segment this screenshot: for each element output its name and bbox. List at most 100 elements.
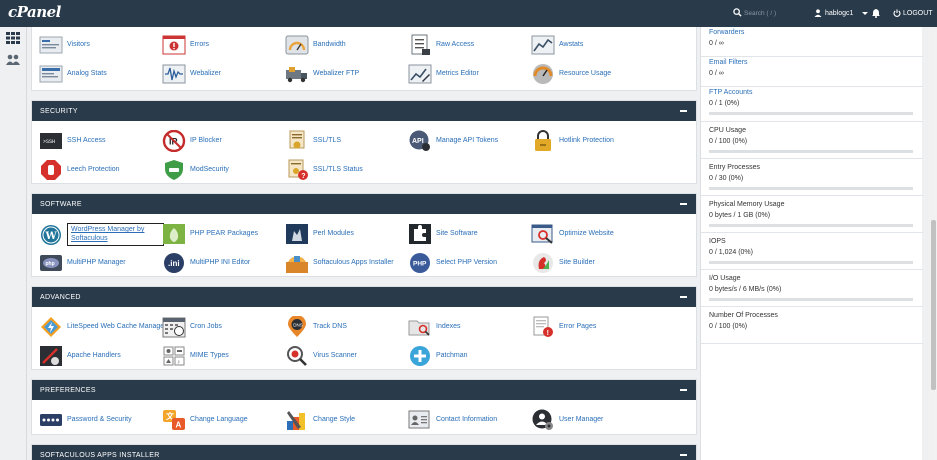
stat-value: 0 bytes/s / 6 MB/s (0%) (709, 286, 782, 293)
multiphp-ini-editor-link[interactable]: .ini MultiPHP INI Editor (162, 252, 250, 274)
stat-title: Entry Processes (709, 164, 760, 171)
webalizer-ftp-link[interactable]: Webalizer FTP (285, 63, 359, 85)
softaculous-title: SOFTACULOUS APPS INSTALLER (40, 452, 160, 459)
analog-stats-link[interactable]: Analog Stats (39, 63, 107, 85)
stat-title[interactable]: FTP Accounts (709, 89, 923, 96)
cpanel-logo[interactable]: cPanel (8, 3, 61, 21)
softaculous-apps-installer-link[interactable]: Softaculous Apps Installer (285, 252, 394, 274)
grid-icon[interactable] (5, 31, 21, 45)
virus-icon (287, 346, 307, 366)
virus-scanner-link[interactable]: Virus Scanner (285, 345, 357, 367)
webalizer-link[interactable]: Webalizer (162, 63, 221, 85)
optimize-icon (531, 224, 553, 244)
awstats-link[interactable]: Awstats (531, 34, 583, 56)
advanced-title: ADVANCED (40, 294, 81, 301)
users-icon[interactable] (5, 53, 21, 67)
collapse-icon[interactable] (680, 203, 687, 205)
metrics-editor-link[interactable]: Metrics Editor (408, 63, 479, 85)
stat-title: I/O Usage (709, 275, 741, 282)
leech-protection-link[interactable]: Leech Protection (39, 159, 120, 181)
track-dns-link[interactable]: DNS Track DNS (285, 316, 347, 338)
software-header[interactable]: SOFTWARE (32, 194, 696, 214)
ssl-tls-status-link[interactable]: ? SSL/TLS Status (285, 159, 363, 181)
collapse-icon[interactable] (680, 296, 687, 298)
stat-value: 0 bytes / 1 GB (0%) (709, 212, 771, 219)
errors-link[interactable]: Errors (162, 34, 209, 56)
change-language-link[interactable]: 文A Change Language (162, 409, 248, 431)
bandwidth-icon (285, 35, 309, 55)
hotlink-protection-link[interactable]: Hotlink Protection (531, 130, 614, 152)
wordpress-manager-link[interactable]: W WordPress Manager by Softaculous (39, 223, 164, 246)
php-pear-packages-link[interactable]: PHP PEAR Packages (162, 223, 258, 245)
software-panel: SOFTWARE W WordPress Manager by Softacul… (31, 193, 697, 277)
ini-icon: .ini (164, 253, 184, 273)
optimize-website-link[interactable]: Optimize Website (531, 223, 614, 245)
error-pages-icon: ! (533, 316, 553, 337)
collapse-icon[interactable] (680, 110, 687, 112)
change-style-link[interactable]: Change Style (285, 409, 355, 431)
patchman-link[interactable]: Patchman (408, 345, 468, 367)
resource-usage-icon (533, 64, 553, 84)
site-software-link[interactable]: Site Software (408, 223, 478, 245)
collapse-icon[interactable] (680, 454, 687, 456)
softaculous-header[interactable]: SOFTACULOUS APPS INSTALLER (32, 445, 696, 460)
metrics-editor-icon (408, 64, 432, 84)
svg-text:PHP: PHP (413, 261, 427, 268)
scrollbar-thumb[interactable] (931, 220, 936, 390)
puzzle-icon (409, 224, 431, 244)
logout-button[interactable]: LOGOUT (893, 9, 933, 17)
multiphp-manager-link[interactable]: php MultiPHP Manager (39, 252, 126, 274)
analog-stats-icon (39, 65, 63, 83)
password-security-link[interactable]: Password & Security (39, 409, 132, 431)
stat-forwarders: Forwarders 0 / ∞ (701, 27, 923, 57)
preferences-header[interactable]: PREFERENCES (32, 380, 696, 400)
ip-blocker-icon: IP (162, 130, 186, 152)
cron-jobs-link[interactable]: Cron Jobs (162, 316, 222, 338)
ssh-icon: >SSH (40, 133, 62, 149)
visitors-link[interactable]: Visitors (39, 34, 90, 56)
stat-iops: IOPS 0 / 1,024 (0%) (701, 233, 923, 270)
progress-bar (709, 261, 913, 264)
advanced-header[interactable]: ADVANCED (32, 287, 696, 307)
site-builder-icon (533, 253, 553, 273)
raw-access-link[interactable]: Raw Access (408, 34, 474, 56)
stat-title: Physical Memory Usage (709, 201, 785, 208)
stat-title[interactable]: Email Filters (709, 59, 923, 66)
manage-api-tokens-link[interactable]: API Manage API Tokens (408, 130, 498, 152)
ip-blocker-link[interactable]: IP IP Blocker (162, 130, 222, 152)
cron-icon (162, 317, 186, 338)
security-header[interactable]: SECURITY (32, 101, 696, 121)
modsecurity-link[interactable]: ModSecurity (162, 159, 229, 181)
raw-access-icon (411, 34, 430, 55)
search-input[interactable] (744, 7, 802, 20)
ssl-tls-link[interactable]: SSL/TLS (285, 130, 341, 152)
ssh-access-link[interactable]: >SSH SSH Access (39, 130, 106, 152)
collapse-icon[interactable] (680, 389, 687, 391)
stat-email-filters: Email Filters 0 / ∞ (701, 57, 923, 87)
apache-handlers-link[interactable]: Apache Handlers (39, 345, 121, 367)
error-pages-link[interactable]: ! Error Pages (531, 316, 596, 338)
top-bar: cPanel hablogc1 LOGOUT (0, 0, 937, 27)
bell-icon[interactable] (871, 8, 881, 18)
select-php-version-link[interactable]: PHP Select PHP Version (408, 252, 497, 274)
search-icon[interactable] (733, 8, 742, 17)
user-manager-link[interactable]: User Manager (531, 409, 603, 431)
perl-modules-link[interactable]: Perl Modules (285, 223, 354, 245)
svg-text:A: A (176, 421, 182, 430)
stat-title[interactable]: Forwarders (709, 29, 923, 36)
pear-icon (163, 224, 185, 244)
stop-hand-icon (41, 160, 61, 180)
svg-text:W: W (45, 231, 58, 242)
svg-text:♪: ♪ (177, 360, 180, 366)
mime-types-link[interactable]: ♪ MIME Types (162, 345, 229, 367)
user-menu[interactable]: hablogc1 (814, 9, 869, 17)
site-builder-link[interactable]: Site Builder (531, 252, 595, 274)
bandwidth-link[interactable]: Bandwidth (285, 34, 346, 56)
contact-information-link[interactable]: Contact Information (408, 409, 497, 431)
main-content: Visitors Errors Bandwidth Raw Access Aws… (31, 27, 697, 460)
indexes-link[interactable]: Indexes (408, 316, 461, 338)
svg-text:!: ! (547, 330, 549, 337)
stat-title: IOPS (709, 238, 726, 245)
litespeed-link[interactable]: LiteSpeed Web Cache Manager (39, 316, 167, 338)
resource-usage-link[interactable]: Resource Usage (531, 63, 611, 85)
